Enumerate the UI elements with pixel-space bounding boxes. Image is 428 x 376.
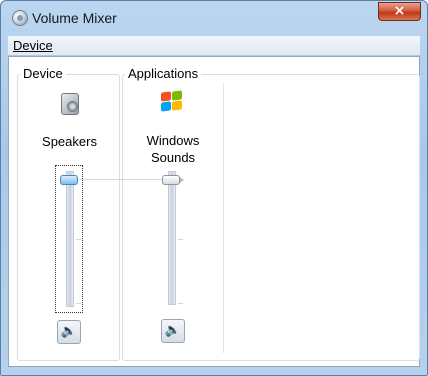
volume-mixer-window: Volume Mixer × Device Device Speakers 🔈 — [0, 0, 428, 376]
app-volume-slider[interactable] — [168, 171, 176, 305]
speaker-icon[interactable] — [59, 91, 85, 117]
app-name-line2: Sounds — [150, 150, 196, 165]
window-title: Volume Mixer — [32, 10, 117, 26]
slider-tick — [178, 303, 183, 304]
close-icon: × — [393, 3, 406, 19]
volume-mixer-icon — [12, 10, 28, 26]
speaker-volume-icon: 🔈 — [164, 323, 182, 338]
app-volume-thumb[interactable] — [162, 175, 184, 185]
device-volume-slider[interactable] — [66, 171, 74, 307]
device-name: Speakers — [42, 134, 97, 149]
app-mute-button[interactable]: 🔈 — [161, 319, 185, 343]
applications-group-label: Applications — [125, 66, 202, 81]
menu-device[interactable]: Device — [13, 38, 53, 53]
speaker-volume-icon: 🔈 — [60, 324, 78, 339]
menu-device-label: Device — [13, 38, 53, 53]
device-mute-button[interactable]: 🔈 — [57, 320, 81, 344]
applications-group: Applications Windows Sounds 🔈 — [122, 66, 420, 361]
app-name-line1: Windows — [146, 133, 200, 148]
title-bar[interactable]: Volume Mixer × — [1, 1, 427, 34]
slider-tick — [76, 239, 81, 240]
close-button[interactable]: × — [378, 2, 421, 21]
slider-tick — [178, 239, 183, 240]
menu-bar: Device — [8, 36, 420, 56]
device-group: Device Speakers 🔈 — [17, 66, 120, 361]
mixer-panel: Device Speakers 🔈 Applications Windows S… — [8, 56, 420, 367]
column-separator — [223, 83, 224, 353]
device-group-label: Device — [20, 66, 66, 81]
windows-logo-icon[interactable] — [159, 90, 185, 114]
device-volume-thumb[interactable] — [60, 175, 78, 185]
slider-tick — [76, 303, 81, 304]
